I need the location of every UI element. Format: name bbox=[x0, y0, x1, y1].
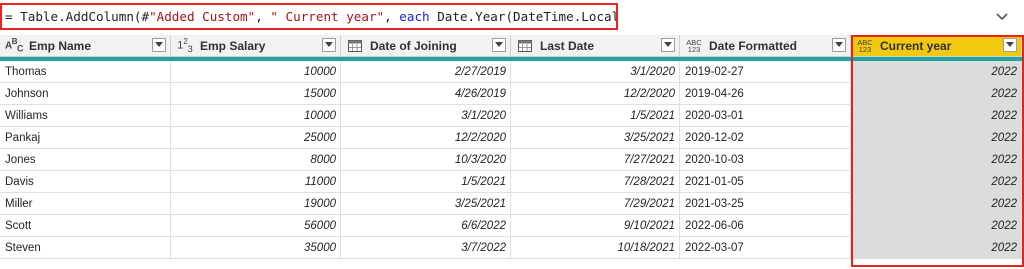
text-type-icon[interactable]: ABC bbox=[5, 37, 24, 53]
table-cell[interactable]: 2022 bbox=[851, 61, 1022, 83]
table-cell[interactable]: 2022 bbox=[851, 127, 1022, 149]
table-cell[interactable]: 3/25/2021 bbox=[341, 193, 511, 215]
table-cell[interactable]: Thomas bbox=[0, 61, 171, 83]
table-cell[interactable]: 2019-04-26 bbox=[680, 83, 851, 105]
table-cell[interactable]: 9/10/2021 bbox=[511, 215, 680, 237]
table-cell[interactable]: 2022 bbox=[851, 83, 1022, 105]
table-cell[interactable]: 1/5/2021 bbox=[341, 171, 511, 193]
column-header[interactable]: 123 Emp Salary bbox=[171, 35, 341, 57]
table-cell[interactable]: Williams bbox=[0, 105, 171, 127]
table-cell[interactable]: 2021-03-25 bbox=[680, 193, 851, 215]
table-cell[interactable]: 12/2/2020 bbox=[341, 127, 511, 149]
table-cell[interactable]: 11000 bbox=[171, 171, 341, 193]
table-cell[interactable]: 56000 bbox=[171, 215, 341, 237]
table-cell[interactable]: 10/18/2021 bbox=[511, 237, 680, 259]
formula-bar: = Table.AddColumn(# "Added Custom", " Cur… bbox=[0, 0, 1024, 33]
column-header-label: Last Date bbox=[540, 38, 595, 53]
table-cell[interactable]: Miller bbox=[0, 193, 171, 215]
filter-dropdown-icon[interactable] bbox=[322, 38, 336, 52]
table-cell[interactable]: Davis bbox=[0, 171, 171, 193]
table-cell[interactable]: 19000 bbox=[171, 193, 341, 215]
table-cell[interactable]: Scott bbox=[0, 215, 171, 237]
table-cell[interactable]: Steven bbox=[0, 237, 171, 259]
table-cell[interactable]: 2022-03-07 bbox=[680, 237, 851, 259]
filter-dropdown-icon[interactable] bbox=[832, 38, 846, 52]
table-cell[interactable]: 10000 bbox=[171, 61, 341, 83]
table-cell[interactable]: 8000 bbox=[171, 149, 341, 171]
any-type-icon[interactable]: ABC 123 bbox=[856, 38, 874, 53]
table-cell[interactable]: 4/26/2019 bbox=[341, 83, 511, 105]
column-header-label: Current year bbox=[880, 38, 952, 53]
table-cell[interactable]: 12/2/2020 bbox=[511, 83, 680, 105]
table-cell[interactable]: 1/5/2021 bbox=[511, 105, 680, 127]
table-cell[interactable]: 2022 bbox=[851, 105, 1022, 127]
table-cell[interactable]: 2019-02-27 bbox=[680, 61, 851, 83]
table-cell[interactable]: 7/29/2021 bbox=[511, 193, 680, 215]
filter-dropdown-icon[interactable] bbox=[152, 38, 166, 52]
table-cell[interactable]: 3/1/2020 bbox=[511, 61, 680, 83]
column-header-label: Emp Name bbox=[29, 38, 92, 53]
filter-dropdown-icon[interactable] bbox=[1003, 38, 1017, 52]
table-cell[interactable]: 2020-03-01 bbox=[680, 105, 851, 127]
any-type-icon[interactable]: ABC 123 bbox=[685, 38, 703, 53]
table-cell[interactable]: 3/1/2020 bbox=[341, 105, 511, 127]
formula-input[interactable]: = Table.AddColumn(# "Added Custom", " Cur… bbox=[0, 3, 618, 30]
table-cell[interactable]: 2021-01-05 bbox=[680, 171, 851, 193]
table-cell[interactable]: 2020-10-03 bbox=[680, 149, 851, 171]
table-cell[interactable]: 15000 bbox=[171, 83, 341, 105]
table-cell[interactable]: 2022 bbox=[851, 171, 1022, 193]
table-cell[interactable]: 2022 bbox=[851, 237, 1022, 259]
table-cell[interactable]: 6/6/2022 bbox=[341, 215, 511, 237]
formula-string-step: "Added Custom" bbox=[149, 9, 256, 24]
table-cell[interactable]: 2020-12-02 bbox=[680, 127, 851, 149]
formula-keyword: each bbox=[399, 9, 430, 24]
table-cell[interactable]: Jones bbox=[0, 149, 171, 171]
table-cell[interactable]: 7/28/2021 bbox=[511, 171, 680, 193]
table-cell[interactable]: 10000 bbox=[171, 105, 341, 127]
column-header[interactable]: Date of Joining bbox=[341, 35, 511, 57]
column-header-label: Date Formatted bbox=[709, 38, 798, 53]
table-cell[interactable]: 2022 bbox=[851, 149, 1022, 171]
calendar-icon[interactable] bbox=[516, 39, 534, 53]
table-cell[interactable]: Johnson bbox=[0, 83, 171, 105]
formula-rest: Date.Year(DateTime.LocalNow())) bbox=[437, 9, 616, 24]
table-cell[interactable]: 35000 bbox=[171, 237, 341, 259]
filter-dropdown-icon[interactable] bbox=[661, 38, 675, 52]
column-header[interactable]: Last Date bbox=[511, 35, 680, 57]
calendar-icon[interactable] bbox=[346, 39, 364, 53]
formula-string-column: " Current year" bbox=[270, 9, 385, 24]
table-cell[interactable]: 3/7/2022 bbox=[341, 237, 511, 259]
column-header-label: Emp Salary bbox=[200, 38, 266, 53]
number-type-icon[interactable]: 123 bbox=[176, 37, 194, 54]
table-cell[interactable]: 3/25/2021 bbox=[511, 127, 680, 149]
table-cell[interactable]: 10/3/2020 bbox=[341, 149, 511, 171]
formula-sep-1: , bbox=[255, 9, 271, 24]
column-header-label: Date of Joining bbox=[370, 38, 457, 53]
table-cell[interactable]: 2022 bbox=[851, 193, 1022, 215]
column-header[interactable]: ABC 123 Current year bbox=[851, 35, 1022, 57]
table-cell[interactable]: Pankaj bbox=[0, 127, 171, 149]
column-header[interactable]: ABC 123 Date Formatted bbox=[680, 35, 851, 57]
filter-dropdown-icon[interactable] bbox=[492, 38, 506, 52]
chevron-down-icon[interactable] bbox=[994, 8, 1010, 24]
table-cell[interactable]: 2/27/2019 bbox=[341, 61, 511, 83]
table-cell[interactable]: 25000 bbox=[171, 127, 341, 149]
table-cell[interactable]: 2022 bbox=[851, 215, 1022, 237]
table-cell[interactable]: 2022-06-06 bbox=[680, 215, 851, 237]
column-header[interactable]: ABC Emp Name bbox=[0, 35, 171, 57]
table-cell[interactable]: 7/27/2021 bbox=[511, 149, 680, 171]
formula-prefix: = Table.AddColumn(# bbox=[5, 9, 150, 24]
formula-sep-2: , bbox=[384, 9, 400, 24]
